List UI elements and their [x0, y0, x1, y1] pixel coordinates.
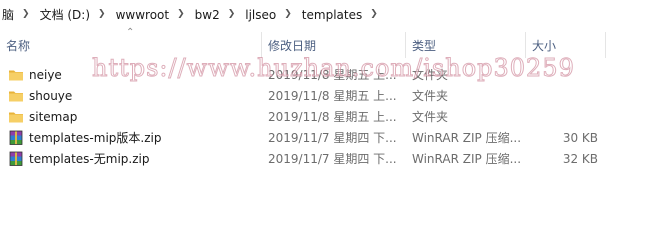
column-header-modified-label: 修改日期 [268, 38, 317, 53]
column-header-size-label: 大小 [532, 38, 557, 53]
breadcrumb-item-ljlseo[interactable]: ljlseo [243, 8, 278, 22]
file-modified: 2019/11/7 星期四 下... [268, 131, 397, 145]
file-name: templates-无mip.zip [29, 152, 150, 166]
chevron-right-icon[interactable]: ❯ [92, 9, 114, 19]
file-size [528, 85, 598, 106]
file-modified: 2019/11/8 星期五 上... [268, 110, 397, 124]
folder-icon [9, 70, 23, 80]
file-type: WinRAR ZIP 压缩... [412, 152, 522, 166]
chevron-right-icon[interactable]: ❯ [171, 9, 193, 19]
winrar-archive-icon [9, 130, 23, 145]
breadcrumb-item-bw2[interactable]: bw2 [193, 8, 222, 22]
breadcrumb: 脑 ❯ 文档 (D:) ❯ wwwroot ❯ bw2 ❯ ljlseo ❯ t… [0, 0, 653, 30]
file-type: 文件夹 [412, 110, 449, 124]
list-item-templates-nomip-zip[interactable]: templates-无mip.zip 2019/11/7 星期四 下... Wi… [0, 148, 608, 169]
column-header-name[interactable]: 名称 [0, 32, 262, 58]
breadcrumb-item-wwwroot[interactable]: wwwroot [114, 8, 172, 22]
list-item-shouye[interactable]: shouye 2019/11/8 星期五 上... 文件夹 [0, 85, 608, 106]
file-name: neiye [29, 67, 62, 82]
file-size [528, 106, 598, 127]
breadcrumb-item-templates[interactable]: templates [300, 8, 364, 22]
column-header-name-label: 名称 [6, 38, 31, 53]
file-name: shouye [29, 88, 73, 103]
file-size: 30 KB [562, 130, 598, 145]
chevron-right-icon[interactable]: ❯ [278, 9, 300, 19]
column-header-modified[interactable]: 修改日期 [262, 32, 406, 58]
column-header-row: ⌃ 名称 修改日期 类型 大小 [0, 28, 608, 58]
list-item-sitemap[interactable]: sitemap 2019/11/8 星期五 上... 文件夹 [0, 106, 608, 127]
folder-icon [9, 112, 23, 122]
file-modified: 2019/11/8 星期五 上... [268, 68, 397, 82]
chevron-right-icon[interactable]: ❯ [222, 9, 244, 19]
column-header-size[interactable]: 大小 [526, 32, 606, 58]
file-type: 文件夹 [412, 68, 449, 82]
column-header-type[interactable]: 类型 [406, 32, 526, 58]
list-item-neiye[interactable]: neiye 2019/11/8 星期五 上... 文件夹 [0, 64, 608, 85]
file-name: templates-mip版本.zip [29, 131, 162, 145]
breadcrumb-item-drive[interactable]: 文档 (D:) [38, 6, 92, 23]
winrar-archive-icon [9, 151, 23, 166]
column-header-type-label: 类型 [412, 38, 437, 53]
file-modified: 2019/11/8 星期五 上... [268, 89, 397, 103]
file-type: 文件夹 [412, 89, 449, 103]
file-size: 32 KB [562, 151, 598, 166]
list-item-templates-mip-zip[interactable]: templates-mip版本.zip 2019/11/7 星期四 下... W… [0, 127, 608, 148]
folder-icon [9, 91, 23, 101]
file-size [528, 64, 598, 85]
chevron-right-icon[interactable]: ❯ [16, 9, 38, 19]
chevron-right-icon[interactable]: ❯ [364, 9, 386, 19]
file-type: WinRAR ZIP 压缩... [412, 131, 522, 145]
file-name: sitemap [29, 109, 78, 124]
file-modified: 2019/11/7 星期四 下... [268, 152, 397, 166]
breadcrumb-item-computer[interactable]: 脑 [0, 6, 16, 23]
